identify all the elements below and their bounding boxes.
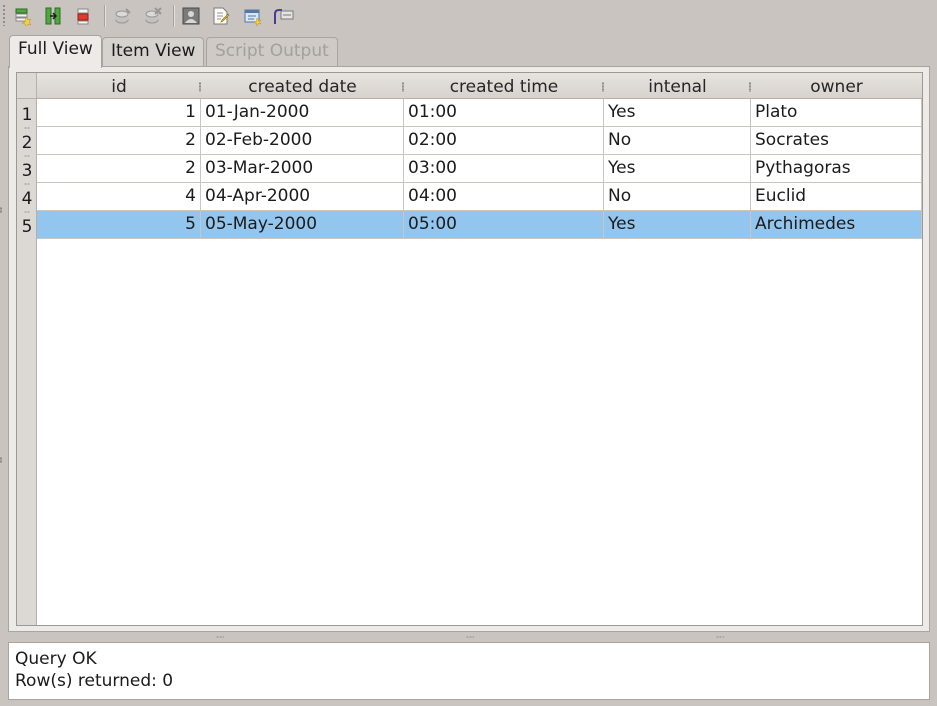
cell-id[interactable]: 5 — [37, 211, 201, 239]
cell-intenal[interactable]: Yes — [604, 99, 751, 127]
cell-owner[interactable]: Euclid — [751, 183, 922, 211]
column-header-label: created time — [449, 77, 559, 97]
cell-created-time[interactable]: 01:00 — [404, 99, 604, 127]
new-row-icon[interactable] — [12, 5, 34, 27]
table-row[interactable]: 1 01-Jan-2000 01:00 Yes Plato — [37, 99, 922, 127]
copy-row-icon[interactable] — [42, 5, 64, 27]
cell-created-date[interactable]: 03-Mar-2000 — [201, 155, 404, 183]
grid-corner[interactable] — [17, 73, 37, 99]
cell-intenal[interactable]: No — [604, 183, 751, 211]
table-row[interactable]: 4 04-Apr-2000 04:00 No Euclid — [37, 183, 922, 211]
cell-created-date[interactable]: 01-Jan-2000 — [201, 99, 404, 127]
cell-created-date[interactable]: 02-Feb-2000 — [201, 127, 404, 155]
toolbar-grip[interactable] — [2, 4, 6, 26]
toolbar-separator — [173, 5, 174, 27]
row-header-column: 1 2 3 4 5 — [17, 99, 37, 625]
cell-created-time[interactable]: 03:00 — [404, 155, 604, 183]
cell-owner[interactable]: Socrates — [751, 127, 922, 155]
status-message: Query OK — [15, 649, 97, 669]
side-grip[interactable] — [0, 207, 2, 213]
toolbar-separator — [104, 5, 105, 27]
row-header[interactable]: 2 — [17, 127, 37, 157]
cell-intenal[interactable]: Yes — [604, 211, 751, 239]
splitter-grip — [216, 636, 224, 638]
cell-id[interactable]: 1 — [37, 99, 201, 127]
table-row[interactable]: 2 03-Mar-2000 03:00 Yes Pythagoras — [37, 155, 922, 183]
row-number: 3 — [21, 161, 33, 181]
row-header[interactable]: 3 — [17, 155, 37, 185]
cell-created-time[interactable]: 04:00 — [404, 183, 604, 211]
row-header[interactable]: 4 — [17, 183, 37, 213]
rollback-icon[interactable] — [142, 5, 164, 27]
commit-icon[interactable] — [112, 5, 134, 27]
toolbar — [0, 0, 937, 32]
row-number: 5 — [21, 217, 33, 237]
column-header-label: owner — [810, 77, 863, 97]
cell-intenal[interactable]: Yes — [604, 155, 751, 183]
cell-id[interactable]: 4 — [37, 183, 201, 211]
tab-label: Script Output — [215, 41, 329, 61]
row-number: 1 — [21, 105, 33, 125]
column-header-intenal[interactable]: intenal — [604, 73, 751, 99]
tab-label: Item View — [111, 41, 196, 61]
query-status-panel[interactable]: Query OK Row(s) returned: 0 — [8, 642, 930, 700]
splitter-handle[interactable] — [0, 633, 937, 641]
column-header-owner[interactable]: owner — [751, 73, 922, 99]
column-header-created-time[interactable]: created time — [404, 73, 604, 99]
sql-icon[interactable] — [242, 5, 264, 27]
cell-owner[interactable]: Archimedes — [751, 211, 922, 239]
row-number: 4 — [21, 189, 33, 209]
tab-item-view[interactable]: Item View — [102, 37, 205, 66]
table-row-selected[interactable]: 5 05-May-2000 05:00 Yes Archimedes — [37, 211, 922, 239]
table-row[interactable]: 2 02-Feb-2000 02:00 No Socrates — [37, 127, 922, 155]
data-grid[interactable]: id created date created time intenal own… — [16, 72, 923, 626]
cell-created-date[interactable]: 05-May-2000 — [201, 211, 404, 239]
cell-owner[interactable]: Pythagoras — [751, 155, 922, 183]
rows-returned-text: Row(s) returned: 0 — [15, 671, 174, 691]
cell-id[interactable]: 2 — [37, 155, 201, 183]
column-header-label: created date — [248, 77, 357, 97]
column-header-created-date[interactable]: created date — [201, 73, 404, 99]
cell-created-time[interactable]: 05:00 — [404, 211, 604, 239]
image-icon[interactable] — [180, 5, 202, 27]
cell-created-time[interactable]: 02:00 — [404, 127, 604, 155]
tab-script-output: Script Output — [206, 37, 338, 66]
cell-intenal[interactable]: No — [604, 127, 751, 155]
splitter-grip — [466, 636, 474, 638]
cell-created-date[interactable]: 04-Apr-2000 — [201, 183, 404, 211]
row-header[interactable]: 1 — [17, 99, 37, 129]
column-header-label: intenal — [648, 77, 707, 97]
delete-row-icon[interactable] — [72, 5, 94, 27]
row-number: 2 — [21, 133, 33, 153]
side-grip[interactable] — [0, 457, 2, 463]
tab-full-view[interactable]: Full View — [9, 35, 102, 68]
row-header[interactable]: 5 — [17, 211, 37, 239]
column-header-id[interactable]: id — [37, 73, 201, 99]
cell-id[interactable]: 2 — [37, 127, 201, 155]
tab-label: Full View — [18, 39, 93, 59]
cell-owner[interactable]: Plato — [751, 99, 922, 127]
export-icon[interactable] — [210, 5, 232, 27]
splitter-grip — [716, 636, 724, 638]
filter-icon[interactable] — [272, 5, 294, 27]
column-header-label: id — [111, 77, 127, 97]
